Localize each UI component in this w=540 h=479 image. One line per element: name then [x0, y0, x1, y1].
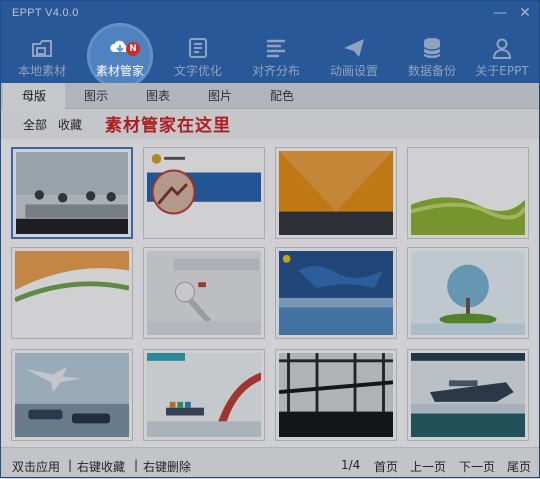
- thumbnail-bridge-dark[interactable]: [275, 349, 397, 441]
- thumbnail-grid: [1, 139, 539, 447]
- local-files-icon: [32, 40, 52, 57]
- paper-plane-icon: [344, 39, 364, 57]
- tool-backup[interactable]: 数据备份: [393, 27, 471, 83]
- category-tabs: 母版 图示 图表 图片 配色: [1, 83, 539, 109]
- hint-double-click-apply: 双击应用: [12, 460, 61, 474]
- annotation-callout: 素材管家在这里: [105, 116, 231, 136]
- tool-label: 文字优化: [173, 64, 222, 78]
- tool-about[interactable]: 关于EPPT: [463, 27, 540, 83]
- tab-master[interactable]: 母版: [3, 83, 65, 109]
- tool-label: 关于EPPT: [475, 64, 529, 78]
- last-page-link[interactable]: 尾页: [507, 458, 531, 475]
- separator: |: [134, 458, 139, 472]
- tool-label: 本地素材: [17, 64, 66, 78]
- first-page-link[interactable]: 首页: [374, 458, 398, 475]
- thumbnail-tree-island[interactable]: [407, 247, 529, 339]
- text-doc-icon: [189, 38, 207, 58]
- main-toolbar: 本地素材 N 素材管家 文字优化 对齐分布 动画设置 数据备份 关于EPPT: [1, 23, 540, 89]
- person-icon: [492, 38, 512, 59]
- thumbnail-business-meeting[interactable]: [11, 147, 133, 239]
- thumbnail-plane-car[interactable]: [11, 349, 133, 441]
- tool-local-files[interactable]: 本地素材: [3, 27, 81, 83]
- minimize-icon[interactable]: —: [489, 3, 511, 25]
- filter-bar: 全部 收藏: [1, 109, 539, 139]
- tool-align[interactable]: 对齐分布: [237, 27, 315, 83]
- hint-right-click-favorite: 右键收藏: [77, 460, 126, 474]
- app-window: EPPT V4.0.0 — ✕ 本地素材 N 素材管家 文字优化 对齐分布 动画…: [0, 0, 540, 479]
- tool-label: 素材管家: [95, 64, 144, 78]
- page-indicator: 1/4: [341, 458, 361, 472]
- thumbnail-orange-green-wave[interactable]: [11, 247, 133, 339]
- new-badge: N: [126, 42, 140, 56]
- thumbnail-orange-triangle[interactable]: [275, 147, 397, 239]
- thumbnail-oil-industry[interactable]: [143, 147, 265, 239]
- prev-page-link[interactable]: 上一页: [410, 458, 446, 475]
- window-title: EPPT V4.0.0: [12, 7, 79, 19]
- thumbnail-world-map-sea[interactable]: [275, 247, 397, 339]
- database-icon: [423, 38, 441, 58]
- tab-picture[interactable]: 图片: [189, 83, 251, 109]
- tool-text-optimize[interactable]: 文字优化: [159, 27, 237, 83]
- tab-chart[interactable]: 图表: [127, 83, 189, 109]
- close-icon[interactable]: ✕: [514, 3, 536, 25]
- tool-label: 对齐分布: [251, 64, 300, 78]
- status-bar: 双击应用 | 右键收藏 | 右键删除 1/4 首页 上一页 下一页 尾页: [1, 447, 539, 477]
- thumbnail-3d-figure[interactable]: [143, 247, 265, 339]
- tool-label: 动画设置: [329, 64, 378, 78]
- hint-right-click-delete: 右键删除: [143, 460, 192, 474]
- tool-label: 数据备份: [407, 64, 456, 78]
- thumbnail-cruise-ship[interactable]: [407, 349, 529, 441]
- filter-all[interactable]: 全部: [23, 116, 47, 133]
- next-page-link[interactable]: 下一页: [459, 458, 495, 475]
- tab-diagram[interactable]: 图示: [65, 83, 127, 109]
- filter-favorites[interactable]: 收藏: [58, 116, 82, 133]
- thumbnail-green-wave[interactable]: [407, 147, 529, 239]
- tab-color-scheme[interactable]: 配色: [251, 83, 313, 109]
- title-bar[interactable]: EPPT V4.0.0 — ✕: [1, 1, 539, 27]
- tool-animation[interactable]: 动画设置: [315, 27, 393, 83]
- align-lines-icon: [267, 39, 285, 58]
- separator: |: [68, 458, 73, 472]
- tool-asset-manager[interactable]: N 素材管家: [81, 23, 159, 89]
- thumbnail-cargo-ship[interactable]: [143, 349, 265, 441]
